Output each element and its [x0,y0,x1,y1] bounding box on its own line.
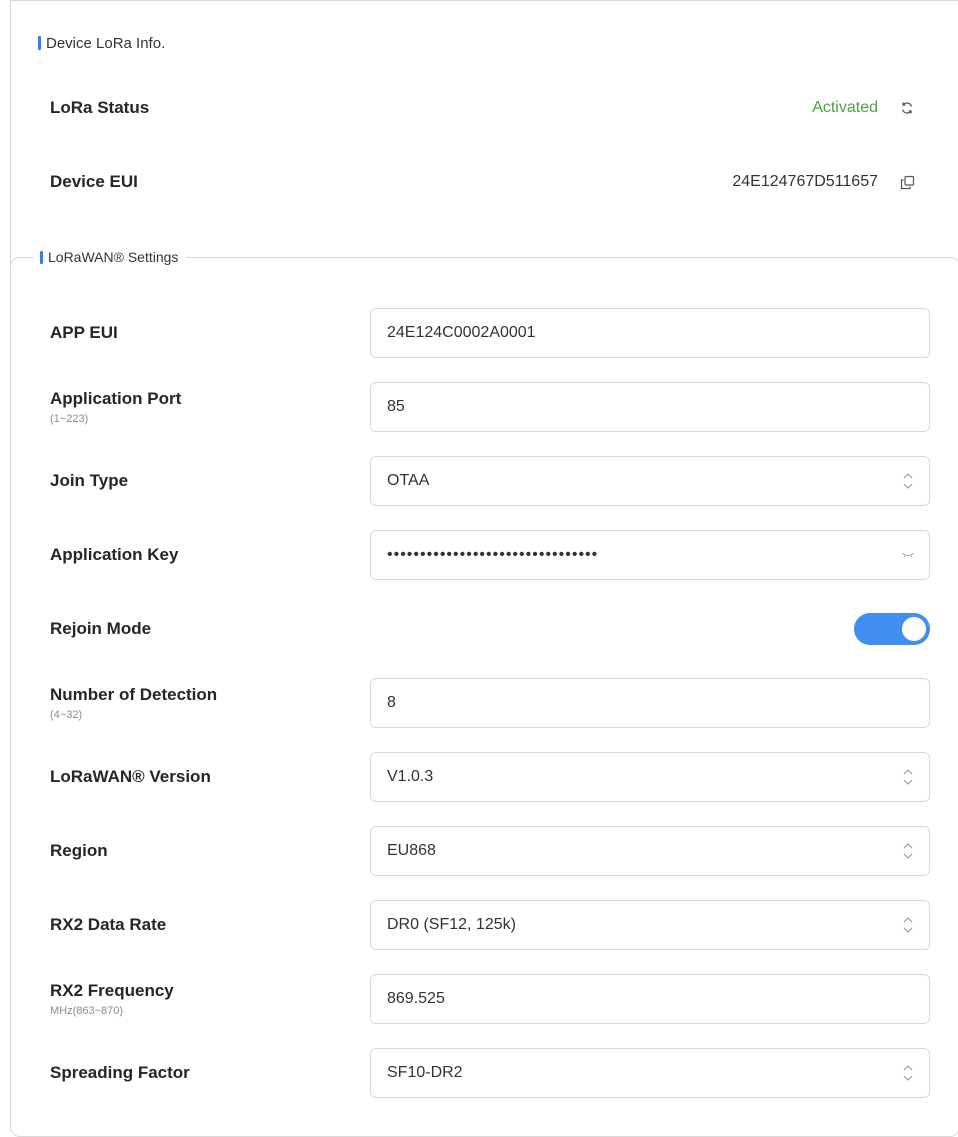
rx2-frequency-label: RX2 Frequency [50,980,174,1000]
join-type-row: Join Type OTAA [50,456,930,506]
number-of-detection-row: Number of Detection (4~32) 8 [50,678,930,728]
eye-closed-icon[interactable] [893,551,923,559]
rx2-frequency-row: RX2 Frequency MHz(863~870) 869.525 [50,974,930,1024]
lorawan-version-label: LoRaWAN® Version [50,767,211,786]
application-key-input[interactable]: •••••••••••••••••••••••••••••••• [370,530,930,580]
lora-status-label: LoRa Status [50,98,150,117]
lorawan-settings-title: LoRaWAN® Settings [34,247,187,267]
rx2-data-rate-row: RX2 Data Rate DR0 (SF12, 125k) [50,900,930,950]
select-arrows-icon [893,767,923,787]
application-port-hint: (1~223) [50,412,89,425]
device-eui-value: 24E124767D511657 [732,173,878,190]
rejoin-mode-toggle[interactable] [854,613,930,645]
device-eui-label: Device EUI [50,172,138,191]
select-arrows-icon [893,915,923,935]
refresh-icon[interactable] [898,99,916,117]
join-type-select[interactable]: OTAA [370,456,930,506]
region-select[interactable]: EU868 [370,826,930,876]
region-row: Region EU868 [50,826,930,876]
application-port-input[interactable]: 85 [370,382,930,432]
app-eui-row: APP EUI 24E124C0002A0001 [50,308,930,358]
region-label: Region [50,841,108,860]
device-lora-info-title: Device LoRa Info. [38,34,165,54]
rejoin-mode-label: Rejoin Mode [50,619,152,638]
section-marker [40,251,43,264]
application-port-label: Application Port [50,388,182,408]
device-eui-row: Device EUI 24E124767D511657 [50,167,916,197]
select-arrows-icon [893,471,923,491]
spreading-factor-row: Spreading Factor SF10-DR2 [50,1048,930,1098]
spreading-factor-label: Spreading Factor [50,1063,190,1082]
lorawan-version-row: LoRaWAN® Version V1.0.3 [50,752,930,802]
join-type-label: Join Type [50,471,129,490]
toggle-knob [902,617,926,641]
number-of-detection-input[interactable]: 8 [370,678,930,728]
application-key-label: Application Key [50,545,179,564]
application-key-row: Application Key ••••••••••••••••••••••••… [50,530,930,580]
application-port-row: Application Port (1~223) 85 [50,382,930,432]
select-arrows-icon [893,1063,923,1083]
rx2-data-rate-label: RX2 Data Rate [50,915,167,934]
rejoin-mode-row: Rejoin Mode [50,604,930,654]
section-marker [38,36,41,50]
spreading-factor-select[interactable]: SF10-DR2 [370,1048,930,1098]
select-arrows-icon [893,841,923,861]
lorawan-version-select[interactable]: V1.0.3 [370,752,930,802]
lora-status-value: Activated [812,99,878,116]
copy-icon[interactable] [898,173,916,191]
lora-status-row: LoRa Status Activated [50,93,916,123]
number-of-detection-label: Number of Detection [50,684,218,704]
app-eui-label: APP EUI [50,323,118,342]
rx2-frequency-hint: MHz(863~870) [50,1004,124,1017]
app-eui-input[interactable]: 24E124C0002A0001 [370,308,930,358]
number-of-detection-hint: (4~32) [50,708,83,721]
rx2-data-rate-select[interactable]: DR0 (SF12, 125k) [370,900,930,950]
rx2-frequency-input[interactable]: 869.525 [370,974,930,1024]
